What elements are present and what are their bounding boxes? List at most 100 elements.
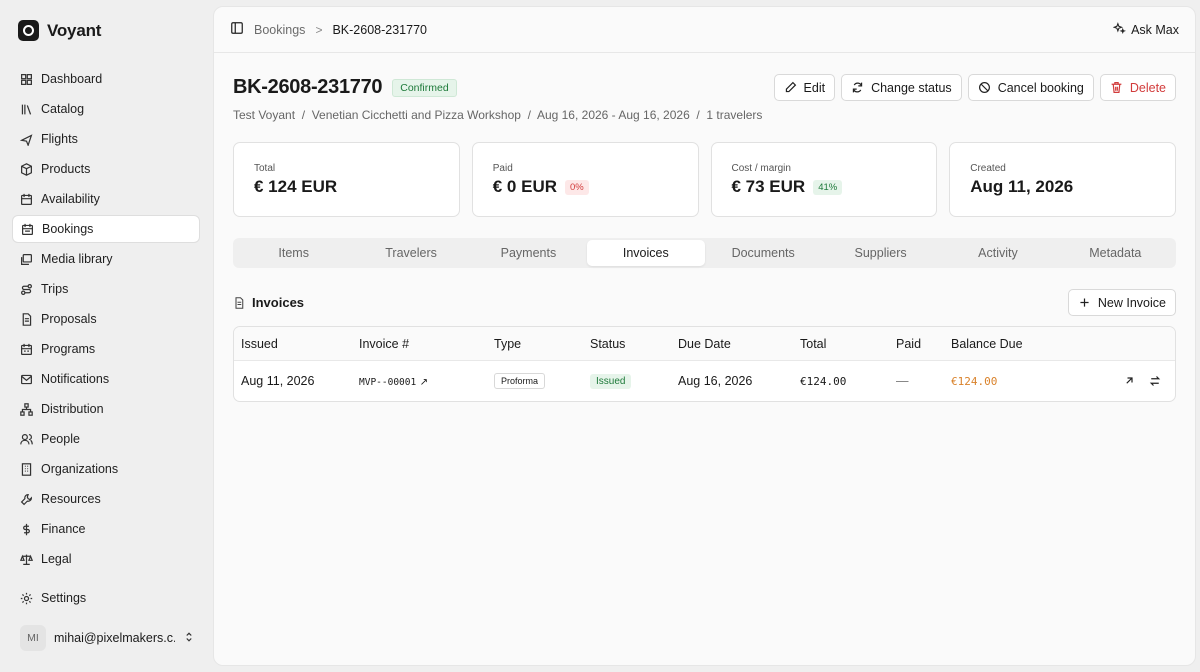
column-header[interactable]: Type <box>487 337 583 351</box>
sidebar-item-settings[interactable]: Settings <box>12 584 200 612</box>
total-cell: €124.00 <box>800 374 847 388</box>
paid-cell: — <box>896 374 909 388</box>
column-header[interactable]: Balance Due <box>944 337 1094 351</box>
row-actions <box>1094 375 1175 387</box>
refresh-icon <box>852 82 863 93</box>
paid-value: € 0 EUR <box>492 177 557 196</box>
sidebar-item-products[interactable]: Products <box>12 155 200 183</box>
table-row[interactable]: Aug 11, 2026 MVP--00001 ↗ Proforma Issue… <box>234 361 1175 401</box>
tab-payments[interactable]: Payments <box>470 240 587 266</box>
external-link-icon: ↗ <box>419 377 429 388</box>
sidebar-item-label: Settings <box>41 591 87 605</box>
column-header[interactable]: Invoice # <box>352 337 487 351</box>
tab-metadata[interactable]: Metadata <box>1057 240 1174 266</box>
breadcrumb-current: BK-2608-231770 <box>332 22 427 37</box>
calendar-icon <box>20 343 33 356</box>
cancel-booking-label: Cancel booking <box>997 80 1084 95</box>
sidebar-item-trips[interactable]: Trips <box>12 275 200 303</box>
sidebar-item-availability[interactable]: Availability <box>12 185 200 213</box>
chevrons-up-down-icon <box>183 631 195 646</box>
cancel-booking-button[interactable]: Cancel booking <box>967 74 1094 101</box>
sidebar-item-proposals[interactable]: Proposals <box>12 305 200 333</box>
ban-icon <box>978 82 990 93</box>
breadcrumb-bookings[interactable]: Bookings <box>254 23 305 37</box>
sidebar-item-label: Proposals <box>41 312 97 326</box>
brand[interactable]: Voyant <box>18 20 101 41</box>
sidebar-item-media-library[interactable]: Media library <box>12 245 200 273</box>
delete-button[interactable]: Delete <box>1099 74 1176 101</box>
tab-activity[interactable]: Activity <box>939 240 1056 266</box>
trash-icon <box>1111 82 1122 93</box>
balance-due-cell: €124.00 <box>951 374 998 388</box>
tab-suppliers[interactable]: Suppliers <box>822 240 939 266</box>
sidebar-item-label: Notifications <box>41 372 110 386</box>
sidebar-nav: Dashboard Catalog Flights Products Avail… <box>12 65 200 575</box>
library-icon <box>20 103 33 116</box>
sidebar-item-dashboard[interactable]: Dashboard <box>12 65 200 93</box>
stat-label: Paid <box>492 163 513 174</box>
sidebar-item-label: Organizations <box>41 462 119 476</box>
new-invoice-button[interactable]: New Invoice <box>1067 289 1176 316</box>
column-header[interactable]: Due Date <box>671 337 793 351</box>
stat-value: € 73 EUR 41% <box>732 177 917 197</box>
sidebar-item-resources[interactable]: Resources <box>12 485 200 513</box>
breadcrumb-separator: > <box>315 22 323 37</box>
user-email: mihai@pixelmakers.c... <box>54 631 175 645</box>
ask-max-label: Ask Max <box>1131 22 1179 37</box>
sidebar-item-label: Programs <box>41 342 96 356</box>
issued-cell: Aug 11, 2026 <box>241 374 315 388</box>
column-header[interactable]: Status <box>583 337 671 351</box>
package-icon <box>20 162 33 176</box>
tab-travelers[interactable]: Travelers <box>352 240 469 266</box>
sidebar-item-label: Trips <box>41 282 69 296</box>
stat-created: Created Aug 11, 2026 <box>949 142 1176 217</box>
dollar-icon <box>20 523 33 536</box>
sidebar-item-label: Resources <box>41 492 101 506</box>
sidebar-item-label: Dashboard <box>41 72 103 86</box>
total-value: € 124 EUR <box>254 177 338 196</box>
sidebar-item-bookings[interactable]: Bookings <box>12 215 200 243</box>
change-status-button[interactable]: Change status <box>841 74 962 101</box>
column-header[interactable]: Paid <box>889 337 944 351</box>
mail-icon <box>20 373 33 386</box>
sidebar-item-catalog[interactable]: Catalog <box>12 95 200 123</box>
status-cell: Issued <box>583 373 671 389</box>
swap-icon[interactable] <box>1149 375 1161 387</box>
sidebar-item-distribution[interactable]: Distribution <box>12 395 200 423</box>
invoices-title: Invoices <box>252 295 305 310</box>
column-header[interactable]: Total <box>793 337 889 351</box>
open-external-icon[interactable] <box>1123 375 1135 387</box>
edit-button[interactable]: Edit <box>773 74 836 101</box>
sidebar-item-flights[interactable]: Flights <box>12 125 200 153</box>
tab-items[interactable]: Items <box>235 240 352 266</box>
new-invoice-label: New Invoice <box>1097 295 1166 310</box>
sidebar-item-notifications[interactable]: Notifications <box>12 365 200 393</box>
ask-max-button[interactable]: Ask Max <box>1112 21 1179 38</box>
type-cell: Proforma <box>487 373 583 389</box>
type-badge: Proforma <box>494 373 546 389</box>
calendar-icon <box>20 193 33 206</box>
invoice-number-cell[interactable]: MVP--00001 ↗ <box>352 374 487 388</box>
stat-label: Total <box>254 163 276 174</box>
column-header[interactable]: Issued <box>234 337 352 351</box>
avatar: MI <box>20 625 46 651</box>
invoices-table: Issued Invoice # Type Status Due Date To… <box>233 326 1176 402</box>
sparkles-icon <box>1112 21 1127 38</box>
tab-invoices[interactable]: Invoices <box>587 240 705 266</box>
sidebar-item-programs[interactable]: Programs <box>12 335 200 363</box>
users-icon <box>20 433 33 446</box>
route-icon <box>20 283 33 296</box>
tab-documents[interactable]: Documents <box>705 240 822 266</box>
user-menu[interactable]: MI mihai@pixelmakers.c... <box>20 625 195 651</box>
sidebar-item-people[interactable]: People <box>12 425 200 453</box>
invoices-header: Invoices New Invoice <box>233 289 1176 316</box>
sidebar-item-legal[interactable]: Legal <box>12 545 200 573</box>
sidebar-item-finance[interactable]: Finance <box>12 515 200 543</box>
sidebar-item-label: Availability <box>41 192 100 206</box>
booking-actions: Edit Change status Cancel booking Delete <box>773 74 1176 101</box>
scale-icon <box>20 553 33 566</box>
sidebar-toggle-icon[interactable] <box>230 21 244 38</box>
created-value: Aug 11, 2026 <box>970 177 1074 196</box>
sidebar-item-organizations[interactable]: Organizations <box>12 455 200 483</box>
invoice-number[interactable]: MVP--00001 <box>359 377 416 388</box>
